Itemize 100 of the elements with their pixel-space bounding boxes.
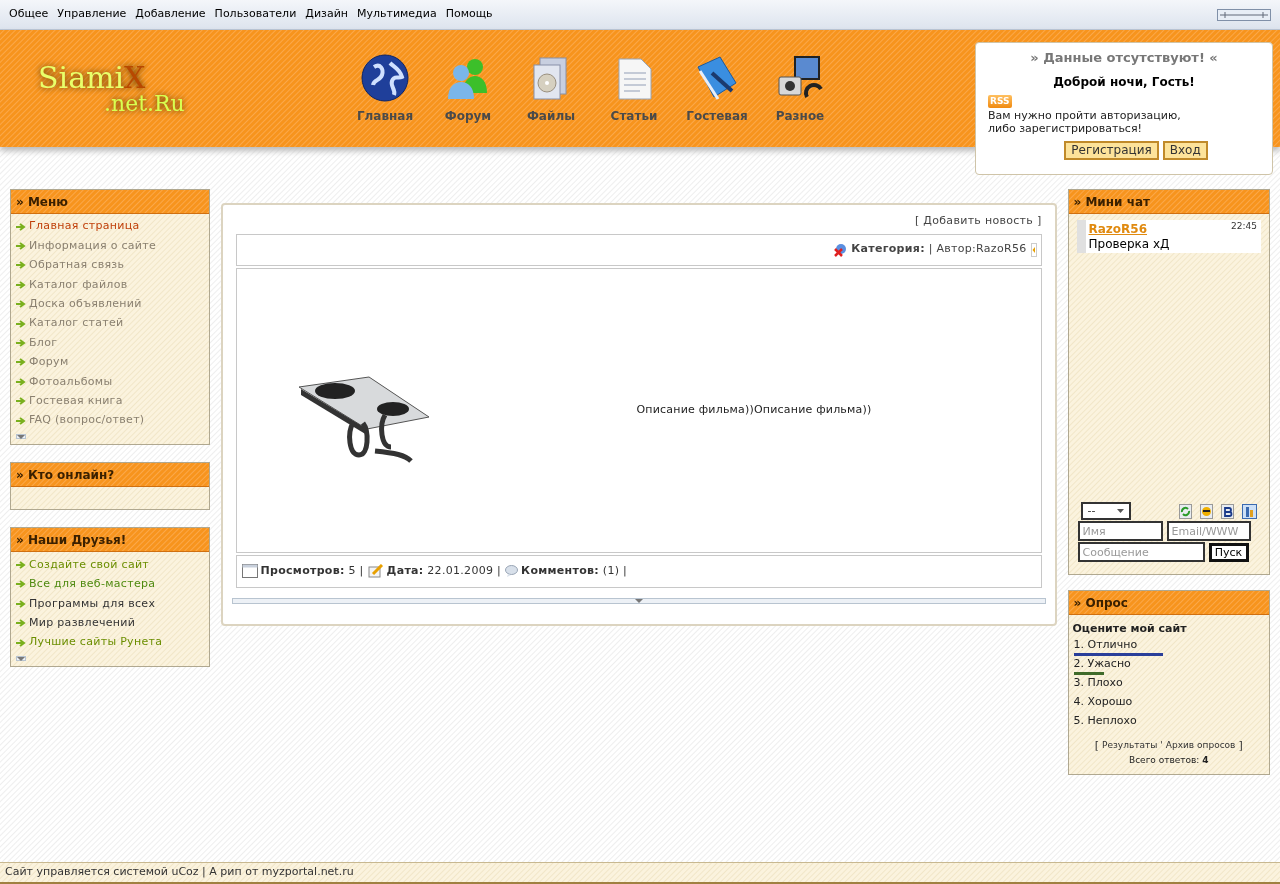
menu-link[interactable]: Каталог файлов xyxy=(11,275,209,295)
top-menu-item[interactable]: Общее xyxy=(9,6,49,23)
poll-option: 4. Хорошо xyxy=(1073,694,1264,708)
nav-link[interactable]: Разное xyxy=(765,52,835,125)
speech-bubble-icon xyxy=(505,565,519,577)
chat-text: Проверка хД xyxy=(1088,238,1171,250)
add-news-link[interactable]: [ Добавить новость ] xyxy=(914,213,1042,230)
menu-link[interactable]: Доска объявлений xyxy=(11,294,209,314)
chat-author-link[interactable]: RazoR56 xyxy=(1088,220,1147,238)
friend-link[interactable]: Создайте свой сайт xyxy=(11,555,209,575)
friend-link[interactable]: Все для веб-мастера xyxy=(11,574,209,595)
nav-link[interactable]: Статьи xyxy=(599,52,669,125)
poll-option: 1. Отлично xyxy=(1073,637,1264,651)
top-menu-item[interactable]: Управление xyxy=(57,6,127,23)
login-button[interactable]: Вход xyxy=(1162,140,1208,160)
arrow-icon xyxy=(16,416,26,425)
menu-link[interactable]: Информация о сайте xyxy=(11,236,209,256)
friend-link[interactable]: Программы для всех xyxy=(11,594,209,614)
menu-link[interactable]: Главная страница xyxy=(11,217,209,237)
poll-option: 2. Ужасно xyxy=(1073,656,1264,670)
poll-total: Всего ответов: 4 xyxy=(1128,754,1209,767)
arrow-left-icon xyxy=(1030,242,1037,257)
friend-link[interactable]: Мир развлечений xyxy=(11,613,209,633)
menu-link[interactable]: FAQ (вопрос/ответ) xyxy=(11,410,209,431)
block-header: » Наши Друзья! xyxy=(11,528,209,553)
menu-link[interactable]: Гостевая книга xyxy=(11,391,209,411)
caret-icon xyxy=(634,598,643,603)
expand-bar[interactable] xyxy=(16,656,26,662)
caret-icon xyxy=(1116,509,1124,513)
send-button[interactable]: Пуск xyxy=(1208,542,1249,562)
expand-bar[interactable] xyxy=(16,434,26,440)
nav-link[interactable]: Файлы xyxy=(516,52,586,125)
news-description: Описание фильма))Описание фильма)) xyxy=(636,401,872,418)
arrow-icon xyxy=(16,242,26,251)
caret-icon xyxy=(17,657,25,662)
nav-link[interactable]: Гостевая xyxy=(682,52,752,125)
friend-link[interactable]: Лучшие сайты Рунета xyxy=(11,632,209,653)
menu-link[interactable]: Фотоальбомы xyxy=(11,372,209,392)
menu-link[interactable]: Форум xyxy=(11,352,209,373)
smiley-icon[interactable] xyxy=(1200,503,1213,519)
arrow-icon xyxy=(16,377,26,386)
nav-link[interactable]: Главная xyxy=(350,52,420,125)
chat-time: 22:45 xyxy=(1231,220,1257,233)
nav-link[interactable]: Форум xyxy=(433,52,503,125)
login-message: Вам нужно пройти авторизацию, либо зарегистрироваться! xyxy=(988,108,1182,135)
news-stat: Просмотров: 5 | xyxy=(260,562,364,579)
pencil-icon xyxy=(367,564,384,578)
separator-text: ' xyxy=(1160,739,1163,752)
arrow-icon xyxy=(16,599,26,608)
caret-icon xyxy=(17,435,25,440)
logo-accent-letter: X xyxy=(124,62,146,93)
refresh-icon[interactable] xyxy=(1179,503,1192,519)
globe-icon xyxy=(360,52,410,103)
results-link[interactable]: Результаты xyxy=(1102,739,1158,753)
news-stat: Дата: 22.01.2009 | xyxy=(386,562,502,579)
menu-link[interactable]: Блог xyxy=(11,333,209,353)
smiley-select[interactable]: -- xyxy=(1080,502,1131,520)
arrow-icon xyxy=(16,280,26,289)
arrow-icon xyxy=(16,638,26,647)
logo-domain: .net.Ru xyxy=(104,92,186,115)
bracket-text: [ xyxy=(1094,737,1100,754)
login-button[interactable]: Регистрация xyxy=(1064,140,1159,160)
news-meta-text: Категория: | Автор:RazoR56 xyxy=(851,241,1027,258)
category-icon xyxy=(833,242,848,257)
footer-text: Сайт управляется системой uCoz | А рип от myzportal.net.ru xyxy=(5,864,354,881)
poll-question: Оцените мой сайт xyxy=(1071,621,1188,637)
window-icon xyxy=(241,564,258,578)
menu-link[interactable]: Обратная связь xyxy=(11,255,209,276)
arrow-icon xyxy=(16,319,26,328)
login-title: » Данные отсутствуют! « xyxy=(1030,49,1218,67)
site-logo[interactable]: SiamiX .net.Ru xyxy=(38,62,198,115)
greeting-text: Доброй ночи, Гость! xyxy=(1053,73,1195,91)
email-input[interactable]: Email/WWW xyxy=(1166,521,1251,541)
poll-option: 5. Неплохо xyxy=(1073,713,1264,727)
menu-link[interactable]: Каталог статей xyxy=(11,313,209,334)
bracket-text: ] xyxy=(1238,737,1243,754)
bold-icon[interactable] xyxy=(1221,503,1234,519)
arrow-icon xyxy=(16,358,26,367)
top-menu-item[interactable]: Дизайн xyxy=(305,6,348,23)
arrow-icon xyxy=(16,300,26,309)
archive-link[interactable]: Архив опросов xyxy=(1165,739,1236,753)
logo-text: Siami xyxy=(38,62,125,93)
arrow-icon xyxy=(16,619,26,628)
top-menu-item[interactable]: Пользователи xyxy=(214,6,297,23)
block-header: » Меню xyxy=(11,190,209,214)
arrow-icon xyxy=(16,261,26,270)
name-input[interactable]: Имя xyxy=(1077,521,1163,541)
arrow-icon xyxy=(16,561,26,569)
rss-badge[interactable]: RSS xyxy=(988,94,1012,108)
top-menu-item[interactable]: Помощь xyxy=(445,6,493,23)
resize-handle-icon xyxy=(1217,8,1271,21)
poll-option: 3. Плохо xyxy=(1073,675,1264,689)
block-header: » Опрос xyxy=(1068,591,1269,615)
message-input[interactable]: Сообщение xyxy=(1077,542,1205,562)
top-menu-item[interactable]: Добавление xyxy=(135,6,206,23)
arrow-icon xyxy=(16,397,26,406)
news-stat: Комментов: (1) | xyxy=(521,562,628,579)
top-menu-item[interactable]: Мультимедиа xyxy=(357,6,437,23)
arrow-icon xyxy=(16,222,26,231)
block-header: » Мини чат xyxy=(1068,190,1269,214)
